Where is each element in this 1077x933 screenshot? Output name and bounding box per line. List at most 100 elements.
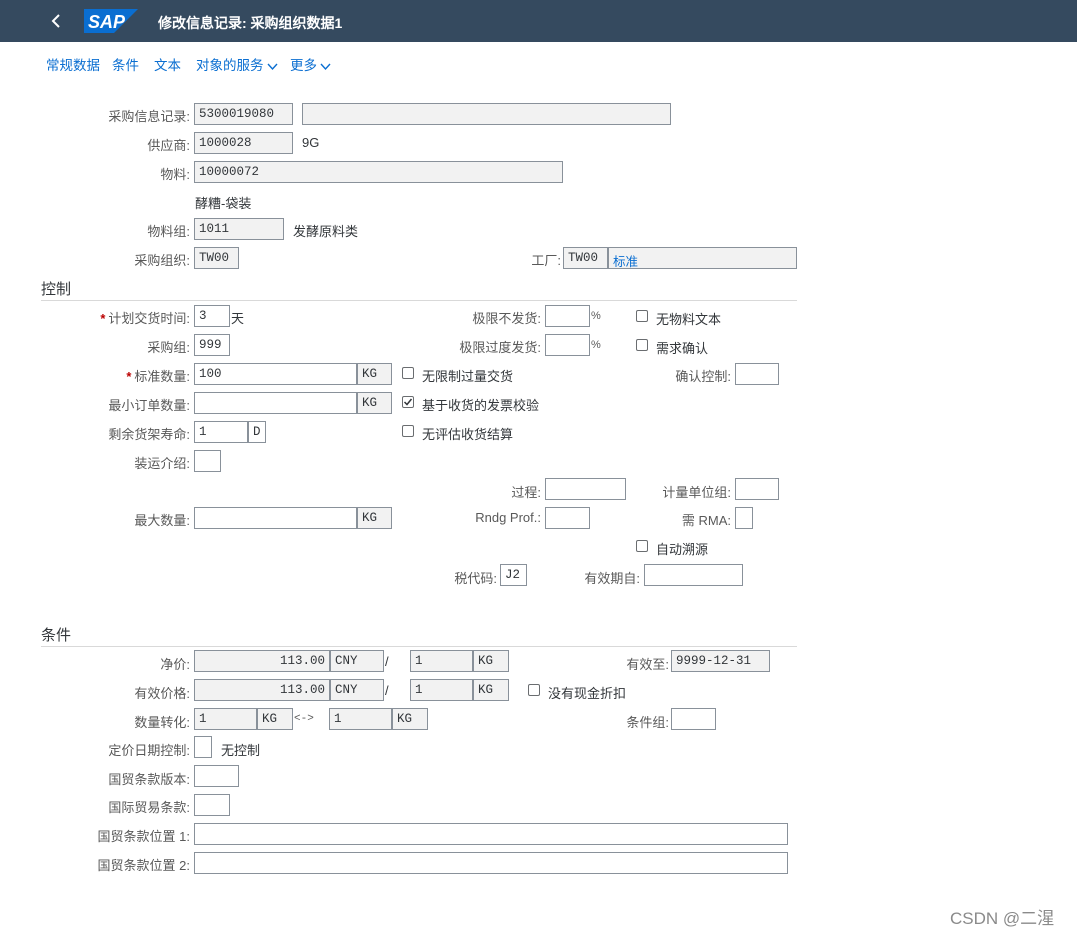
eff-price-per-field[interactable]: 1	[410, 679, 473, 701]
purch-org-field[interactable]: TW00	[194, 247, 239, 269]
rndg-prof-field[interactable]	[545, 507, 590, 529]
procedure-field[interactable]	[545, 478, 626, 500]
overdelivery-field[interactable]	[545, 334, 590, 356]
qty-conv-label: 数量转化:	[134, 715, 190, 730]
shelf-life-field[interactable]: 1	[194, 421, 248, 443]
net-price-unit-field[interactable]: KG	[473, 650, 509, 672]
valid-from-field[interactable]	[644, 564, 743, 586]
net-price-per-field[interactable]: 1	[410, 650, 473, 672]
ack-req-label: 需求确认	[656, 341, 709, 356]
pricing-date-desc: 无控制	[221, 743, 261, 758]
procedure-label: 过程:	[511, 485, 541, 500]
conf-control-label: 确认控制:	[675, 369, 731, 384]
std-qty-unit-field[interactable]: KG	[357, 363, 392, 385]
no-eval-gr-checkbox[interactable]	[402, 425, 414, 437]
required-indicator: *	[100, 311, 106, 326]
back-button[interactable]	[44, 8, 70, 34]
plant-label: 工厂:	[531, 253, 561, 268]
section-title-conditions: 条件	[41, 627, 72, 644]
svg-text:SAP: SAP	[88, 12, 126, 32]
incoterms-version-field[interactable]	[194, 765, 239, 787]
material-group-field[interactable]: 1011	[194, 218, 284, 240]
underdelivery-unit: %	[591, 310, 601, 322]
std-qty-field[interactable]: 100	[194, 363, 357, 385]
shipping-field[interactable]	[194, 450, 221, 472]
gr-based-iv-checkbox[interactable]	[402, 396, 414, 408]
cond-group-field[interactable]	[671, 708, 716, 730]
overdelivery-label: 极限过度发货:	[459, 340, 541, 355]
cond-group-label: 条件组:	[626, 715, 669, 730]
page-title: 修改信息记录: 采购组织数据1	[158, 15, 343, 31]
unlimited-over-checkbox[interactable]	[402, 367, 414, 379]
tax-code-field[interactable]: J2	[500, 564, 527, 586]
std-qty-label-text: 标准数量:	[134, 369, 190, 384]
incoterms-loc2-field[interactable]	[194, 852, 788, 874]
vendor-name: 9G	[302, 135, 320, 150]
net-price-currency-field[interactable]: CNY	[330, 650, 384, 672]
tab-object-services[interactable]: 对象的服务	[196, 54, 278, 74]
tab-texts[interactable]: 文本	[154, 54, 181, 74]
incoterms-loc1-label: 国贸条款位置 1:	[97, 829, 190, 844]
plant-field[interactable]: TW00	[563, 247, 608, 269]
no-mat-text-label: 无物料文本	[656, 312, 722, 327]
pricing-date-field[interactable]	[194, 736, 212, 758]
min-order-unit-field[interactable]: KG	[357, 392, 392, 414]
required-indicator: *	[126, 369, 132, 384]
net-price-field[interactable]: 113.00	[194, 650, 330, 672]
underdelivery-field[interactable]	[545, 305, 590, 327]
shelf-life-unit-field[interactable]: D	[248, 421, 266, 443]
tab-more[interactable]: 更多	[290, 54, 331, 74]
plant-desc-field[interactable]: 标准	[608, 247, 797, 269]
tab-general-data[interactable]: 常规数据	[46, 54, 100, 74]
net-price-separator: /	[385, 654, 389, 669]
no-cash-discount-label: 没有现金折扣	[548, 686, 627, 701]
eff-price-currency-field[interactable]: CNY	[330, 679, 384, 701]
planned-delivery-label-text: 计划交货时间:	[108, 311, 190, 326]
sap-logo: SAP	[84, 9, 138, 36]
valid-to-field[interactable]: 9999-12-31	[671, 650, 770, 672]
conf-control-field[interactable]	[735, 363, 779, 385]
section-divider	[41, 300, 797, 301]
pricing-date-label: 定价日期控制:	[108, 743, 190, 758]
planned-delivery-field[interactable]: 3	[194, 305, 230, 327]
eff-price-unit-field[interactable]: KG	[473, 679, 509, 701]
incoterms-loc2-label: 国贸条款位置 2:	[97, 858, 190, 873]
max-qty-field[interactable]	[194, 507, 357, 529]
ack-req-checkbox[interactable]	[636, 339, 648, 351]
vendor-field[interactable]: 1000028	[194, 132, 293, 154]
uom-group-field[interactable]	[735, 478, 779, 500]
min-order-field[interactable]	[194, 392, 357, 414]
auto-source-checkbox[interactable]	[636, 540, 648, 552]
checkmark-icon	[403, 398, 413, 406]
qty-conv-to-unit-field[interactable]: KG	[392, 708, 428, 730]
incoterms-loc1-field[interactable]	[194, 823, 788, 845]
min-order-label: 最小订单数量:	[108, 398, 190, 413]
watermark: CSDN @二湦	[950, 909, 1055, 928]
uom-group-label: 计量单位组:	[662, 485, 731, 500]
eff-price-field[interactable]: 113.00	[194, 679, 330, 701]
qty-conv-to-field[interactable]: 1	[329, 708, 392, 730]
rma-req-field[interactable]	[735, 507, 753, 529]
net-price-label: 净价:	[160, 657, 190, 672]
planned-delivery-unit: 天	[231, 311, 245, 326]
incoterms-field[interactable]	[194, 794, 230, 816]
chevron-left-icon	[51, 14, 60, 28]
info-record-label: 采购信息记录:	[108, 109, 190, 124]
max-qty-unit-field[interactable]: KG	[357, 507, 392, 529]
no-mat-text-checkbox[interactable]	[636, 310, 648, 322]
no-cash-discount-checkbox[interactable]	[528, 684, 540, 696]
incoterms-version-label: 国贸条款版本:	[108, 772, 190, 787]
rma-req-label: 需 RMA:	[681, 513, 731, 528]
qty-conv-from-unit-field[interactable]: KG	[257, 708, 293, 730]
info-record-desc-field[interactable]	[302, 103, 671, 125]
vendor-label: 供应商:	[147, 138, 190, 153]
qty-conv-from-field[interactable]: 1	[194, 708, 257, 730]
section-divider	[41, 646, 797, 647]
no-eval-gr-label: 无评估收货结算	[422, 427, 514, 442]
auto-source-label: 自动溯源	[656, 542, 709, 557]
purch-group-field[interactable]: 999	[194, 334, 230, 356]
unlimited-over-label: 无限制过量交货	[422, 369, 514, 384]
tab-conditions[interactable]: 条件	[112, 54, 139, 74]
material-field[interactable]: 10000072	[194, 161, 563, 183]
info-record-field[interactable]: 5300019080	[194, 103, 293, 125]
